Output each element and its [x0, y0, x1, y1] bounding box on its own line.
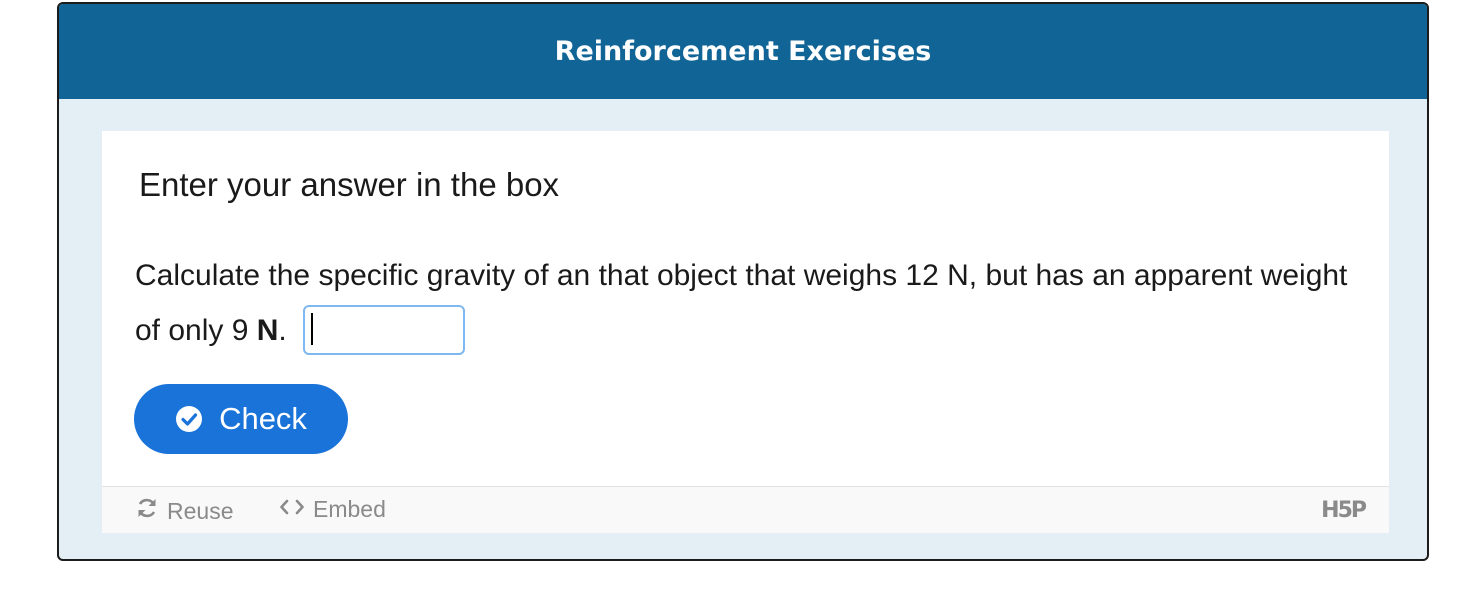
h5p-container: Reinforcement Exercises Enter your answe…	[57, 2, 1429, 561]
code-icon	[279, 496, 305, 523]
reuse-button[interactable]: Reuse	[135, 496, 233, 526]
footer-bar: Reuse Embed H5P	[102, 486, 1389, 533]
instruction-text: Enter your answer in the box	[139, 166, 560, 203]
check-circle-icon	[175, 405, 203, 433]
check-button-label: Check	[219, 401, 307, 436]
page-title: Reinforcement Exercises	[554, 36, 932, 67]
answer-input-wrapper	[295, 304, 466, 360]
embed-button[interactable]: Embed	[279, 496, 386, 523]
embed-label: Embed	[313, 496, 386, 522]
question-end: .	[278, 314, 287, 347]
h5p-logo: H5P	[1321, 498, 1367, 523]
question-unit: N	[256, 314, 279, 347]
check-button[interactable]: Check	[134, 384, 348, 454]
question-text: Calculate the specific gravity of an tha…	[135, 248, 1355, 360]
exercise-card: Enter your answer in the box Calculate t…	[102, 131, 1389, 533]
text-caret	[311, 312, 314, 345]
reuse-label: Reuse	[167, 497, 234, 524]
refresh-icon	[135, 496, 159, 526]
answer-input[interactable]	[303, 304, 466, 355]
header-bar: Reinforcement Exercises	[59, 4, 1427, 99]
